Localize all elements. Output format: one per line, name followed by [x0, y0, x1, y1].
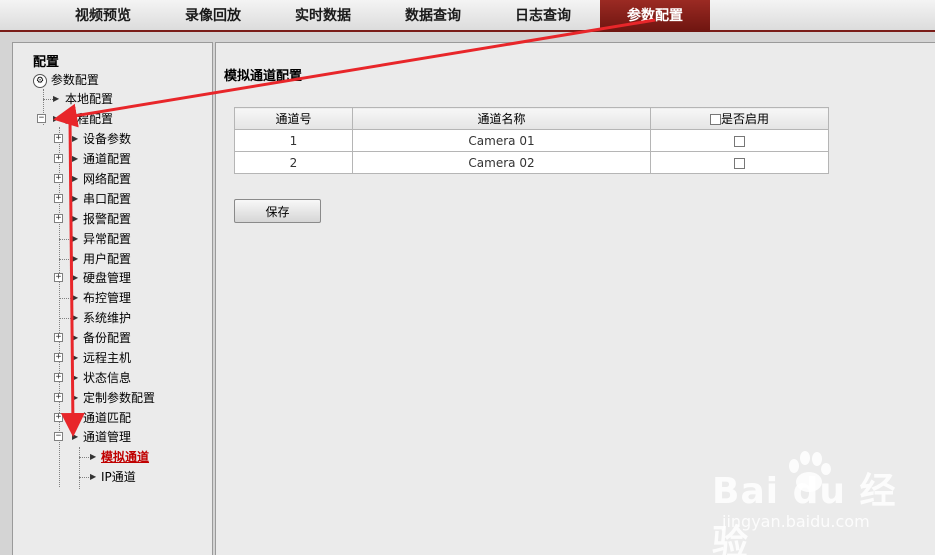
- tree-arrow-icon: ▶: [72, 273, 79, 282]
- tree-arrow-icon: ▶: [72, 254, 79, 263]
- tree-arrow-icon: ▶: [53, 94, 60, 103]
- tree-arrow-icon: ▶: [72, 174, 79, 183]
- expand-icon[interactable]: +: [54, 373, 63, 382]
- config-root-icon: ⚙: [33, 73, 47, 88]
- tree-arrow-icon: ▶: [90, 452, 97, 461]
- tab-playback[interactable]: 录像回放: [158, 0, 268, 32]
- column-header-channel-name: 通道名称: [352, 107, 651, 130]
- cell-channel-no: 2: [234, 151, 353, 174]
- tree-item-device-params[interactable]: 设备参数: [83, 130, 131, 148]
- cell-channel-name: Camera 02: [352, 151, 651, 174]
- tab-data-query[interactable]: 数据查询: [378, 0, 488, 32]
- tree-line: [59, 239, 71, 240]
- tree-item-status-info[interactable]: 状态信息: [83, 369, 131, 387]
- config-sidebar: 配置 ⚙ 参数配置 ▶ 本地配置 − ▶ 远程配置 + ▶ 设备参数 + ▶ 通…: [12, 42, 213, 555]
- tab-realtime-data[interactable]: 实时数据: [268, 0, 378, 32]
- tree-item-root[interactable]: ⚙ 参数配置: [33, 71, 99, 89]
- tab-param-config[interactable]: 参数配置: [600, 0, 710, 32]
- expand-icon[interactable]: +: [54, 134, 63, 143]
- tree-arrow-icon: ▶: [72, 313, 79, 322]
- tree-line: [59, 298, 71, 299]
- tree-arrow-icon: ▶: [72, 373, 79, 382]
- tree-arrow-icon: ▶: [72, 333, 79, 342]
- tab-video-preview[interactable]: 视频预览: [48, 0, 158, 32]
- tree-line: [79, 447, 80, 489]
- table-row: 1 Camera 01: [234, 129, 829, 152]
- cell-enabled: [650, 129, 829, 152]
- cell-enabled: [650, 151, 829, 174]
- tree-item-channel-config[interactable]: 通道配置: [83, 150, 131, 168]
- tree-arrow-icon: ▶: [72, 134, 79, 143]
- watermark-text: Bai du 经验: [712, 471, 897, 555]
- channel-table: 通道号 通道名称 是否启用 1 Camera 01 2 Camera 02: [234, 107, 829, 174]
- tree-item-deploy-management[interactable]: 布控管理: [83, 289, 131, 307]
- tree-item-channel-match[interactable]: 通道匹配: [83, 409, 131, 427]
- tree-item-alarm-config[interactable]: 报警配置: [83, 210, 131, 228]
- table-header-row: 通道号 通道名称 是否启用: [234, 107, 829, 130]
- tree-arrow-icon: ▶: [72, 353, 79, 362]
- tree-arrow-icon: ▶: [72, 214, 79, 223]
- select-all-checkbox[interactable]: [709, 114, 721, 125]
- tree-item-ip-channel[interactable]: IP通道: [101, 468, 136, 486]
- watermark-url: jingyan.baidu.com: [722, 512, 870, 531]
- tree-item-user-config[interactable]: 用户配置: [83, 250, 131, 268]
- expand-icon[interactable]: +: [54, 413, 63, 422]
- tree-item-exception-config[interactable]: 异常配置: [83, 230, 131, 248]
- tree-arrow-icon: ▶: [90, 472, 97, 481]
- expand-icon[interactable]: +: [54, 393, 63, 402]
- expand-icon[interactable]: +: [54, 174, 63, 183]
- tree-item-label: 参数配置: [50, 73, 99, 87]
- tree-arrow-icon: ▶: [72, 432, 79, 441]
- column-header-enabled[interactable]: 是否启用: [650, 107, 829, 130]
- tree-item-channel-management[interactable]: 通道管理: [83, 428, 131, 446]
- column-header-enabled-label: 是否启用: [720, 112, 769, 126]
- collapse-icon[interactable]: −: [54, 432, 63, 441]
- tree-arrow-icon: ▶: [53, 114, 60, 123]
- cell-channel-no: 1: [234, 129, 353, 152]
- tree-item-analog-channel[interactable]: 模拟通道: [101, 448, 149, 466]
- tree-item-custom-params[interactable]: 定制参数配置: [83, 389, 155, 407]
- expand-icon[interactable]: +: [54, 333, 63, 342]
- tree-item-network-config[interactable]: 网络配置: [83, 170, 131, 188]
- tree-arrow-icon: ▶: [72, 154, 79, 163]
- top-nav-bar: 视频预览 录像回放 实时数据 数据查询 日志查询 参数配置: [0, 0, 935, 32]
- tree-item-remote-host[interactable]: 远程主机: [83, 349, 131, 367]
- save-button[interactable]: 保存: [234, 199, 321, 223]
- tree-arrow-icon: ▶: [72, 413, 79, 422]
- expand-icon[interactable]: +: [54, 273, 63, 282]
- tree-arrow-icon: ▶: [72, 293, 79, 302]
- tree-arrow-icon: ▶: [72, 194, 79, 203]
- column-header-channel-no: 通道号: [234, 107, 353, 130]
- tree-item-remote-config[interactable]: 远程配置: [65, 110, 113, 128]
- baidu-watermark: Bai du 经验 jingyan.baidu.com: [712, 448, 912, 555]
- collapse-icon[interactable]: −: [37, 114, 46, 123]
- tree-line: [79, 477, 89, 478]
- tree-item-disk-management[interactable]: 硬盘管理: [83, 269, 131, 287]
- expand-icon[interactable]: +: [54, 194, 63, 203]
- cell-channel-name: Camera 01: [352, 129, 651, 152]
- tree-arrow-icon: ▶: [72, 234, 79, 243]
- tree-item-local-config[interactable]: 本地配置: [65, 90, 113, 108]
- enable-checkbox[interactable]: [734, 135, 745, 147]
- tree-line: [79, 457, 89, 458]
- sidebar-title: 配置: [33, 55, 60, 70]
- tree-item-serial-config[interactable]: 串口配置: [83, 190, 131, 208]
- enable-checkbox[interactable]: [734, 157, 745, 169]
- expand-icon[interactable]: +: [54, 353, 63, 362]
- tree-arrow-icon: ▶: [72, 393, 79, 402]
- tree-item-system-maintenance[interactable]: 系统维护: [83, 309, 131, 327]
- tree-line: [43, 99, 53, 100]
- tree-item-backup-config[interactable]: 备份配置: [83, 329, 131, 347]
- expand-icon[interactable]: +: [54, 214, 63, 223]
- tree-line: [59, 259, 71, 260]
- expand-icon[interactable]: +: [54, 154, 63, 163]
- page-title: 模拟通道配置: [224, 69, 303, 84]
- table-row: 2 Camera 02: [234, 151, 829, 174]
- tree-line: [59, 318, 71, 319]
- tab-log-query[interactable]: 日志查询: [488, 0, 598, 32]
